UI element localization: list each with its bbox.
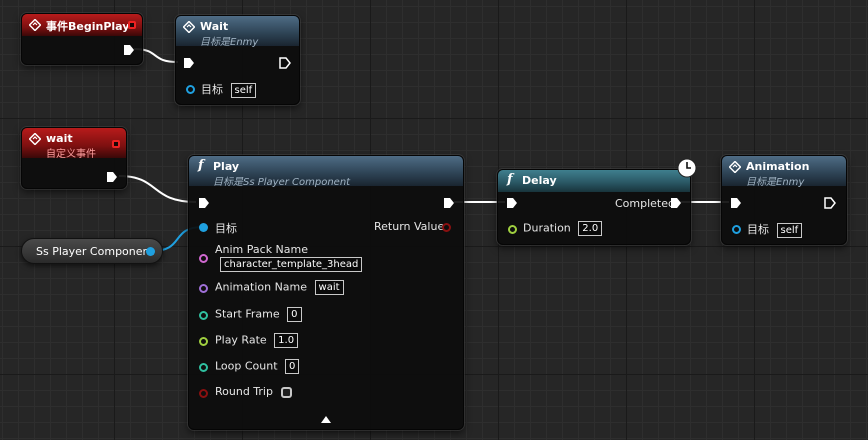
delay-function-node[interactable]: f Delay Completed Duration 2.0	[497, 169, 691, 245]
wait-event-title: wait	[46, 132, 73, 145]
animation-name-value[interactable]: wait	[314, 280, 344, 295]
object-output-pin[interactable]	[146, 247, 155, 256]
start-frame-row: Start Frame 0	[215, 307, 302, 322]
event-diamond-icon	[183, 21, 195, 33]
target-value[interactable]: self	[230, 82, 257, 98]
target-label: 目标	[201, 83, 223, 96]
round-trip-label: Round Trip	[215, 385, 273, 398]
begin-play-header[interactable]: 事件BeginPlay	[22, 14, 142, 36]
loop-count-label: Loop Count	[215, 359, 278, 373]
function-icon: f	[507, 172, 513, 187]
wait-function-node[interactable]: Wait 目标是Enmy 目标 self	[175, 15, 300, 105]
target-input-pin[interactable]	[199, 223, 208, 232]
start-frame-label: Start Frame	[215, 307, 280, 321]
start-frame-value[interactable]: 0	[287, 307, 302, 322]
play-rate-value[interactable]: 1.0	[274, 333, 299, 348]
play-function-node[interactable]: f Play 目标是Ss Player Component 目标 Return …	[188, 155, 464, 430]
round-trip-checkbox[interactable]	[281, 386, 293, 398]
target-row: 目标 self	[201, 81, 257, 98]
anim-pack-name-row: Anim Pack Name character_template_3head	[215, 243, 363, 272]
exec-input-pin[interactable]	[506, 197, 518, 209]
animation-name-label: Animation Name	[215, 280, 308, 294]
completed-label: Completed	[615, 197, 675, 210]
completed-row: Completed	[615, 197, 675, 210]
begin-play-event-node[interactable]: 事件BeginPlay	[21, 13, 143, 65]
wait-custom-event-node[interactable]: wait 自定义事件	[21, 127, 127, 189]
wait-node-header[interactable]: Wait 目标是Enmy	[176, 16, 299, 48]
exec-input-pin[interactable]	[183, 57, 195, 69]
loop-count-input-pin[interactable]	[199, 363, 208, 372]
loop-count-value[interactable]: 0	[285, 359, 300, 374]
begin-play-title: 事件BeginPlay	[46, 20, 130, 33]
variable-label: Ss Player Component	[36, 245, 154, 258]
event-diamond-icon	[729, 161, 741, 173]
round-trip-input-pin[interactable]	[199, 389, 208, 398]
loop-count-row: Loop Count 0	[215, 359, 300, 374]
delegate-output-pin[interactable]	[128, 21, 136, 29]
duration-row: Duration 2.0	[523, 221, 603, 236]
target-label: 目标	[215, 222, 237, 235]
target-value[interactable]: self	[776, 222, 803, 238]
round-trip-row: Round Trip	[215, 385, 293, 398]
animation-name-row: Animation Name wait	[215, 280, 344, 295]
play-node-title: Play	[213, 160, 240, 173]
play-node-header[interactable]: f Play 目标是Ss Player Component	[189, 156, 463, 188]
return-value-label: Return Value	[374, 220, 445, 233]
exec-output-pin[interactable]	[106, 171, 118, 183]
animation-node-header[interactable]: Animation 目标是Enmy	[722, 156, 846, 188]
target-label: 目标	[747, 223, 769, 236]
exec-input-pin[interactable]	[730, 197, 742, 209]
latent-clock-icon	[677, 158, 697, 178]
exec-output-pin[interactable]	[824, 197, 836, 209]
target-input-pin[interactable]	[186, 85, 195, 94]
animation-name-input-pin[interactable]	[199, 284, 208, 293]
exec-wire-wait-to-play	[118, 175, 197, 203]
duration-input-pin[interactable]	[508, 225, 517, 234]
target-row: 目标	[215, 220, 237, 236]
return-value-row: Return Value	[374, 220, 444, 233]
duration-value[interactable]: 2.0	[578, 221, 603, 236]
completed-exec-output-pin[interactable]	[670, 197, 682, 209]
event-diamond-icon	[29, 19, 41, 31]
expand-arrow-icon[interactable]	[321, 415, 331, 423]
function-icon: f	[198, 158, 204, 173]
wait-node-subtitle: 目标是Enmy	[200, 37, 259, 48]
exec-output-pin[interactable]	[443, 197, 455, 209]
animation-function-node[interactable]: Animation 目标是Enmy 目标 self	[721, 155, 847, 245]
play-rate-row: Play Rate 1.0	[215, 333, 299, 348]
play-node-subtitle: 目标是Ss Player Component	[213, 177, 351, 188]
start-frame-input-pin[interactable]	[199, 311, 208, 320]
target-row: 目标 self	[747, 221, 803, 238]
anim-pack-name-value[interactable]: character_template_3head	[220, 257, 363, 272]
wait-node-title: Wait	[200, 20, 229, 33]
exec-output-pin[interactable]	[123, 44, 135, 56]
play-rate-label: Play Rate	[215, 333, 267, 347]
delay-node-title: Delay	[522, 174, 557, 187]
exec-input-pin[interactable]	[198, 197, 210, 209]
blueprint-graph-canvas[interactable]: 事件BeginPlay Wait 目标是Enmy 目标 self wait 自定…	[0, 0, 868, 440]
duration-label: Duration	[523, 221, 571, 235]
animation-node-title: Animation	[746, 160, 810, 173]
anim-pack-name-input-pin[interactable]	[199, 254, 208, 263]
event-diamond-icon	[29, 133, 41, 145]
wait-event-subtitle: 自定义事件	[46, 149, 96, 160]
wait-event-header[interactable]: wait 自定义事件	[22, 128, 126, 160]
animation-node-subtitle: 目标是Enmy	[746, 177, 805, 188]
anim-pack-name-label: Anim Pack Name	[215, 243, 309, 256]
play-rate-input-pin[interactable]	[199, 337, 208, 346]
delay-node-header[interactable]: f Delay	[498, 170, 690, 192]
target-input-pin[interactable]	[732, 225, 741, 234]
ss-player-component-variable[interactable]: Ss Player Component	[21, 238, 163, 264]
delegate-output-pin[interactable]	[112, 140, 120, 148]
return-value-output-pin[interactable]	[442, 223, 451, 232]
exec-output-pin[interactable]	[279, 57, 291, 69]
